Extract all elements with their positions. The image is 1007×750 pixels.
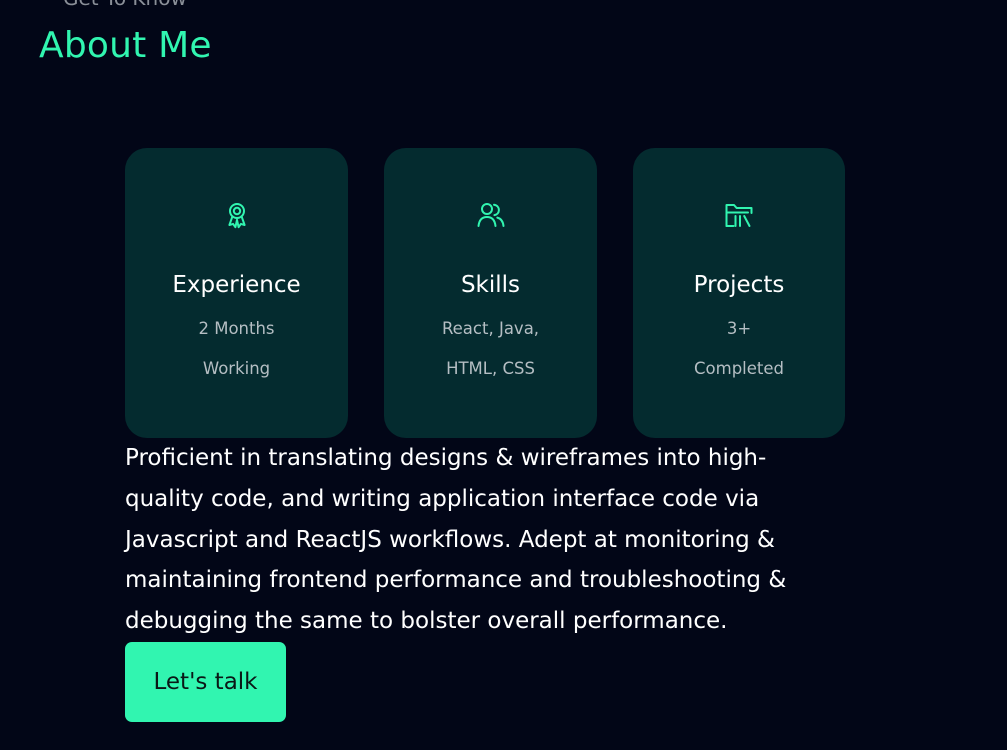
experience-detail-line-1: 2 Months bbox=[198, 319, 275, 338]
projects-detail-line-1: 3+ bbox=[726, 319, 752, 338]
users-icon bbox=[475, 199, 507, 231]
folder-library-icon bbox=[723, 199, 755, 231]
about-cards: Experience 2 Months Working Skills React… bbox=[125, 148, 845, 438]
projects-title: Projects bbox=[693, 272, 785, 298]
experience-card: Experience 2 Months Working bbox=[125, 148, 348, 438]
skills-card: Skills React, Java, HTML, CSS bbox=[384, 148, 597, 438]
section-eyebrow: Get To Know bbox=[63, 0, 187, 10]
award-icon bbox=[221, 199, 253, 231]
skills-detail-line-2: HTML, CSS bbox=[446, 359, 535, 378]
skills-detail-line-1: React, Java, bbox=[441, 319, 540, 338]
section-title: About Me bbox=[39, 25, 212, 66]
lets-talk-button[interactable]: Let's talk bbox=[125, 642, 286, 722]
experience-title: Experience bbox=[172, 272, 301, 298]
projects-card: Projects 3+ Completed bbox=[633, 148, 845, 438]
experience-detail-line-2: Working bbox=[202, 359, 271, 378]
projects-detail-line-2: Completed bbox=[694, 359, 784, 378]
about-description: Proficient in translating designs & wire… bbox=[125, 445, 787, 635]
skills-title: Skills bbox=[460, 272, 521, 298]
